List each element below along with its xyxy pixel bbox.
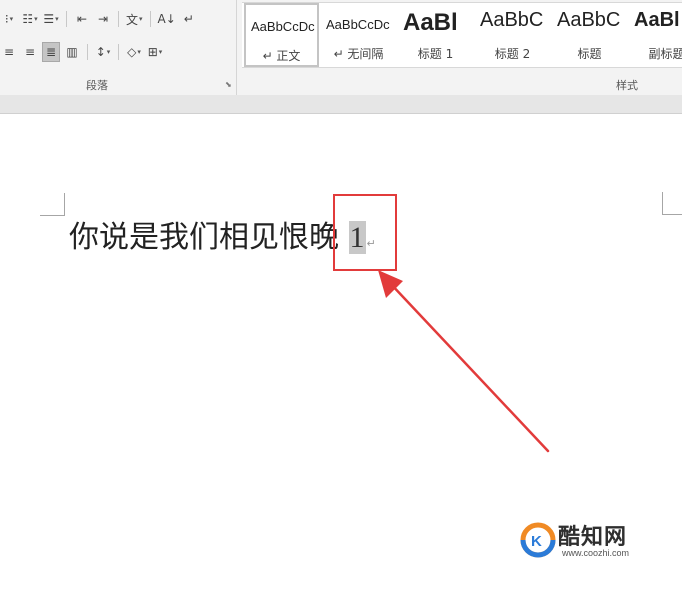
annotation-arrow bbox=[378, 270, 550, 453]
svg-text:K: K bbox=[531, 533, 542, 550]
watermark-url: www.coozhi.com bbox=[562, 548, 630, 558]
coozhi-logo-icon: K bbox=[520, 522, 556, 558]
watermark: K 酷知网 www.coozhi.com bbox=[512, 517, 658, 563]
watermark-name: 酷知网 bbox=[558, 525, 628, 550]
